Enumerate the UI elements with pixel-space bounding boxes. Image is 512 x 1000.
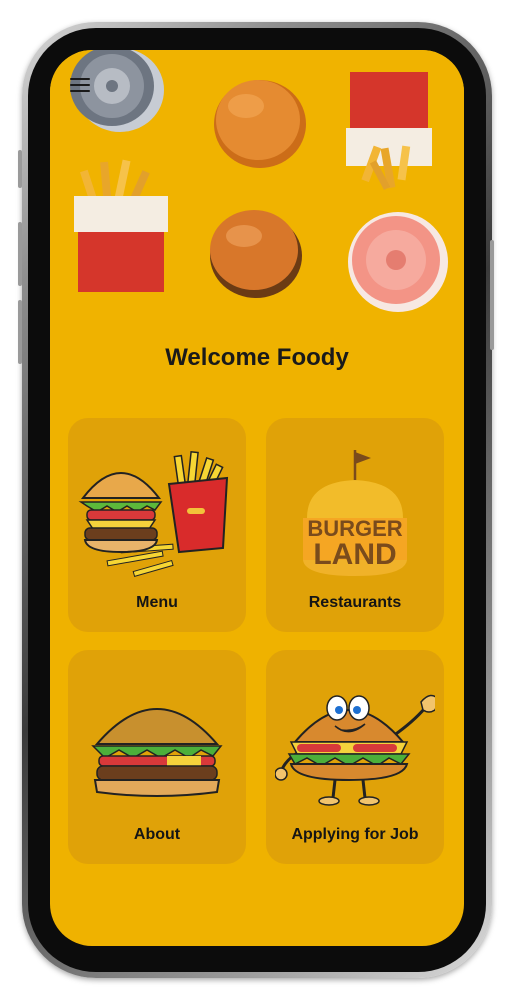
phone-side-button (18, 222, 22, 286)
fries-icon (167, 450, 229, 554)
logo-text-land: LAND (313, 538, 396, 571)
app-screen: Welcome Foody Menu BURGER LAND Restauran… (50, 50, 464, 946)
drink-cup-image (348, 212, 448, 312)
burger-image (214, 80, 306, 168)
about-card-label: About (133, 826, 181, 843)
job-card-label: Applying for Job (291, 826, 419, 843)
restaurants-card-label: Restaurants (308, 594, 402, 611)
burger-icon (78, 472, 163, 554)
menu-line (70, 78, 90, 81)
hamburger-menu-icon[interactable] (70, 76, 94, 94)
menu-line (70, 84, 90, 87)
menu-line (70, 90, 90, 93)
burger-fries-icon (78, 450, 229, 578)
job-card[interactable]: Applying for Job (266, 650, 444, 864)
about-card[interactable]: About (68, 650, 246, 864)
phone-side-button (18, 300, 22, 364)
phone-side-button (490, 240, 494, 350)
phone-side-button (18, 150, 22, 188)
page-title: Welcome Foody (165, 344, 349, 371)
menu-card[interactable]: Menu (68, 418, 246, 632)
burger-icon (91, 708, 223, 797)
menu-card-label: Menu (136, 594, 178, 611)
burger-land-logo: BURGER LAND (303, 450, 407, 576)
restaurants-card[interactable]: BURGER LAND Restaurants (266, 418, 444, 632)
hero-food-image (50, 50, 464, 320)
burger-mascot-icon (275, 694, 435, 806)
